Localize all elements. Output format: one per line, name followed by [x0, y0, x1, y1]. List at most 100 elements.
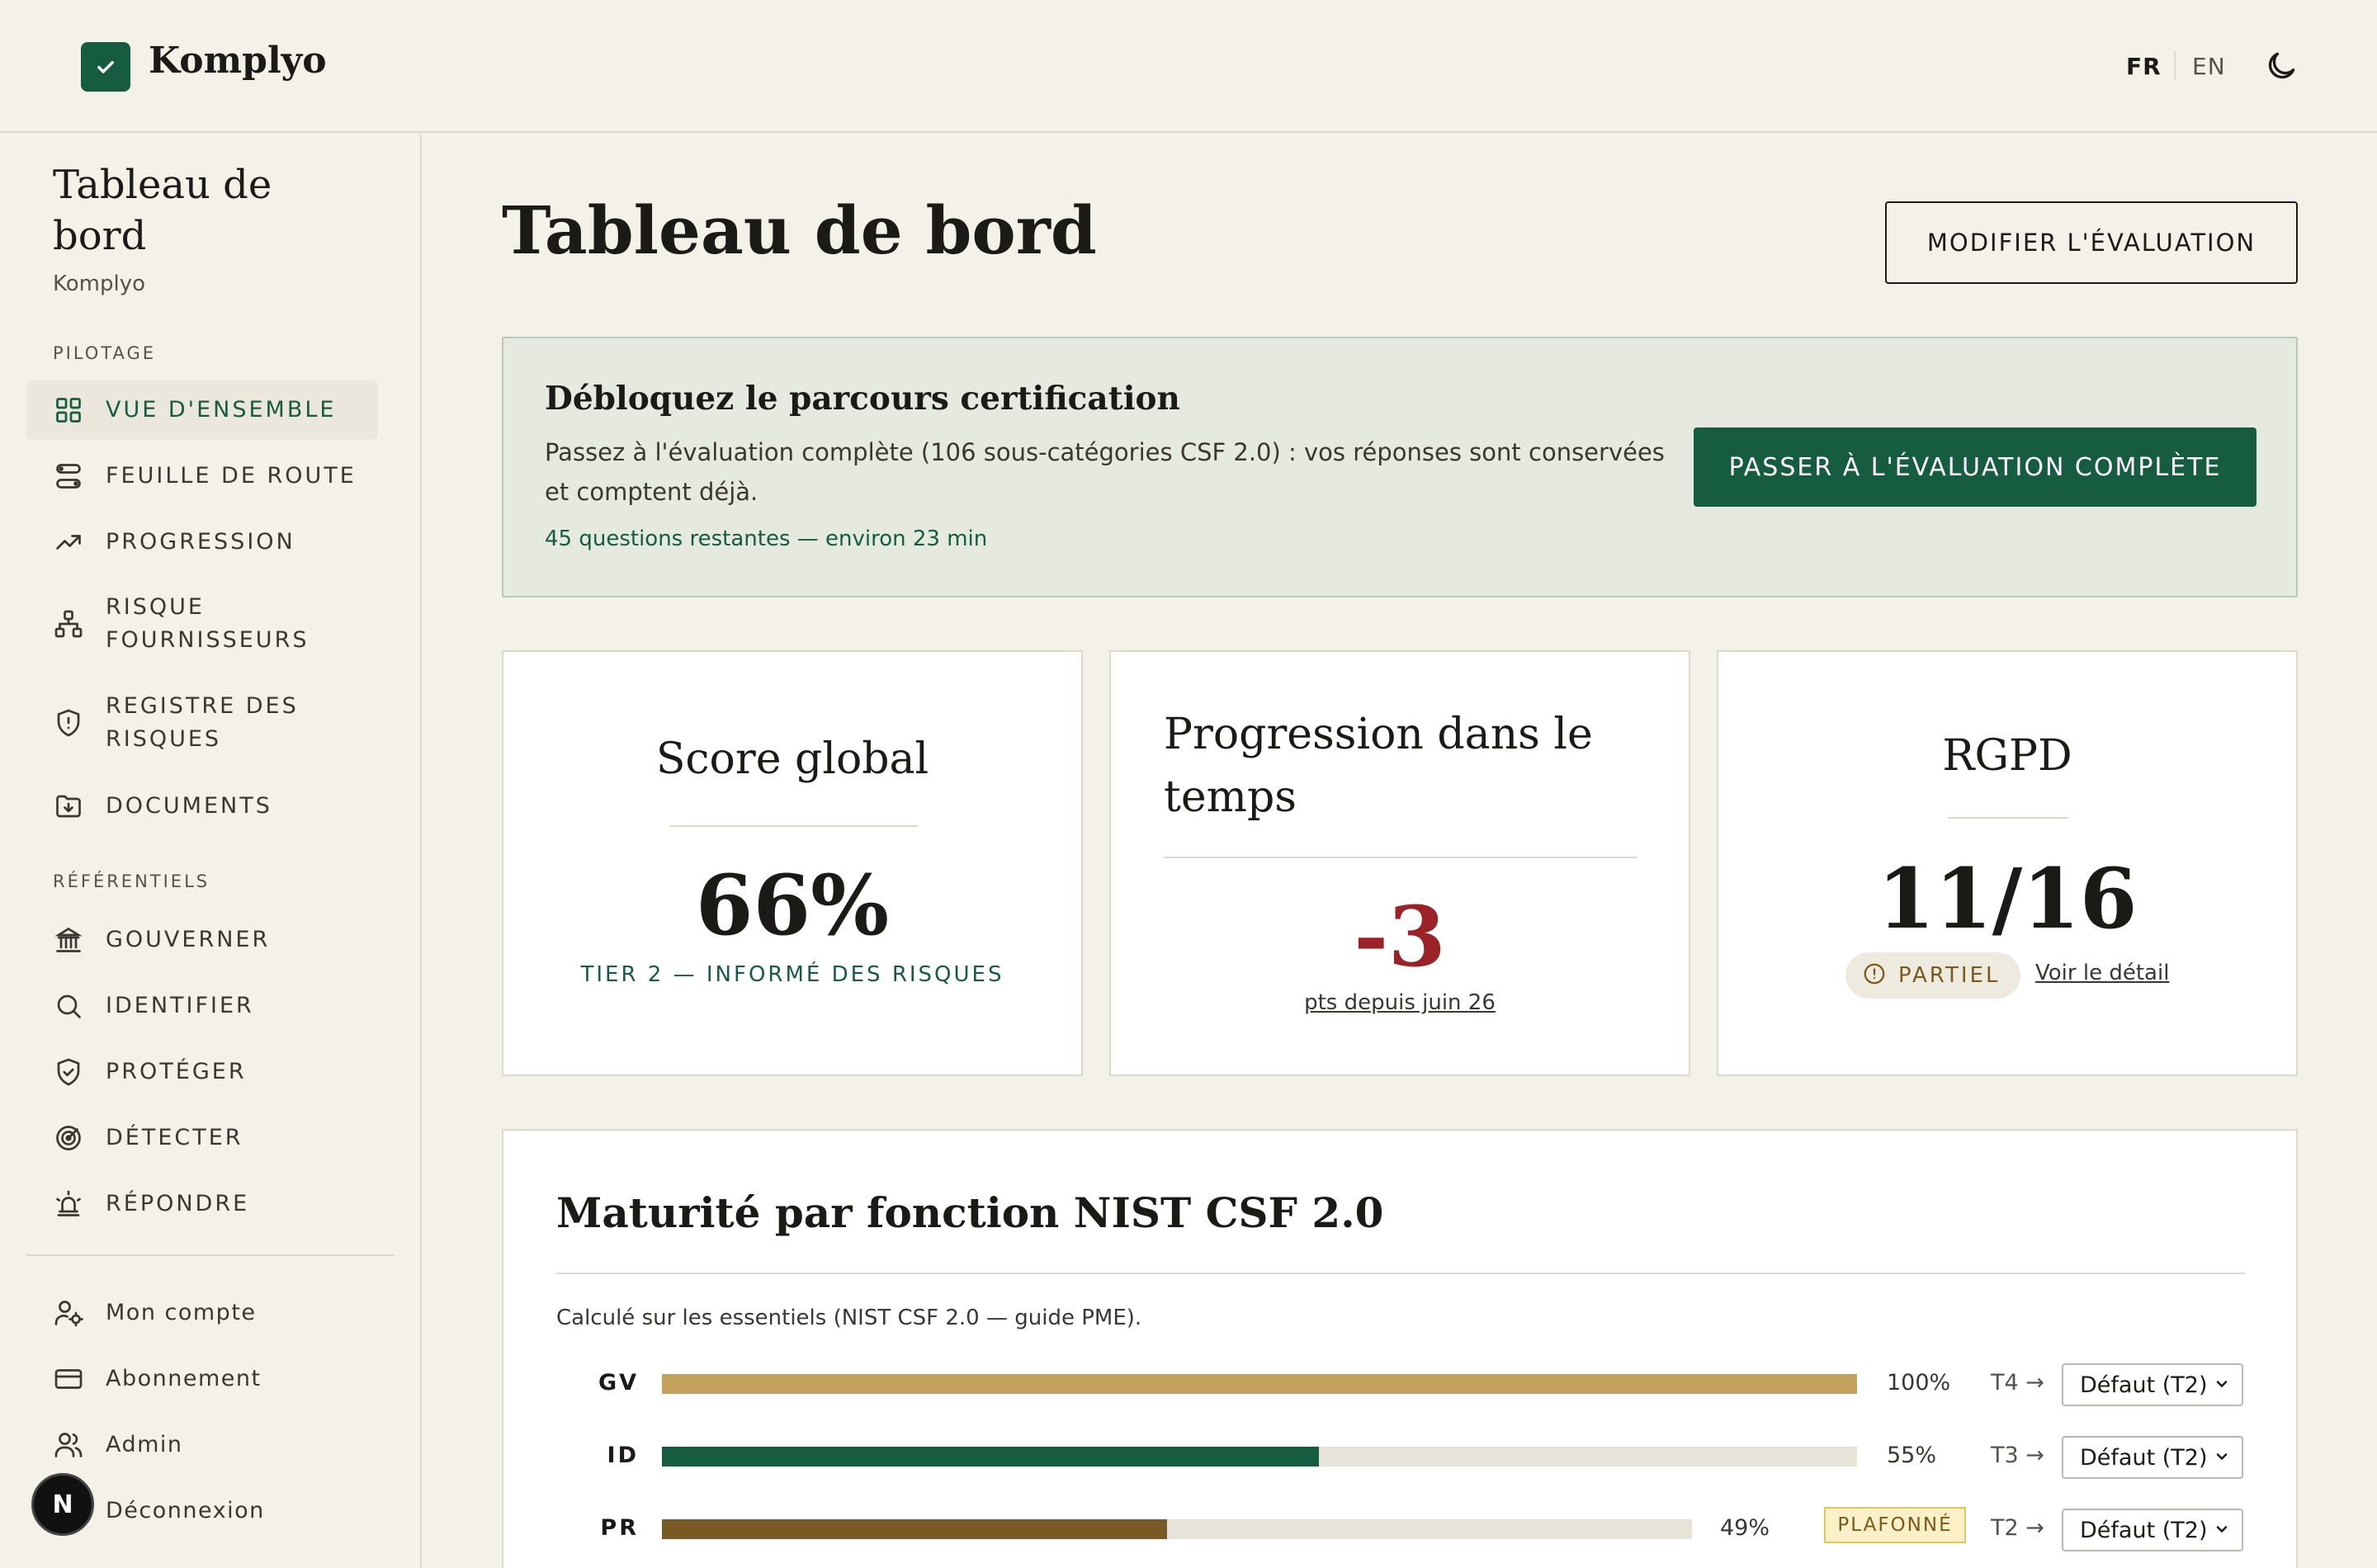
maturity-row-id: ID 55% T3 → Défaut (T2) [503, 1433, 2299, 1482]
progress-history-link[interactable]: pts depuis juin 26 [1111, 990, 1689, 1015]
sidebar-item-label: Mon compte [106, 1300, 257, 1325]
progress-track [662, 1447, 1857, 1466]
sidebar-item-label: VUE D'ENSEMBLE [106, 397, 337, 423]
percent-value: 55% [1887, 1443, 1937, 1468]
maturity-rule [556, 1273, 2245, 1274]
sidebar-item-admin[interactable]: Admin [26, 1415, 378, 1475]
floating-action-button[interactable]: N [31, 1473, 94, 1536]
sidebar-item-label: Déconnexion [106, 1498, 265, 1523]
sidebar-item-label: Abonnement [106, 1366, 262, 1391]
sidebar-item-label: FEUILLE DE ROUTE [106, 463, 357, 489]
select-value: Défaut (T2) [2080, 1517, 2208, 1543]
percent-value: 49% [1720, 1515, 1770, 1541]
score-value: 66% [695, 857, 890, 954]
chevron-down-icon [2214, 1372, 2230, 1398]
tier-select[interactable]: Défaut (T2) [2062, 1363, 2243, 1406]
brand-name[interactable]: Komplyo [149, 40, 327, 82]
progress-card-title: Progression dans le temps [1164, 710, 1593, 822]
sidebar-item-documents[interactable]: DOCUMENTS [26, 777, 378, 836]
moon-icon[interactable] [2263, 48, 2299, 84]
select-value: Défaut (T2) [2080, 1444, 2208, 1471]
sidebar-item-label: DÉTECTER [106, 1125, 243, 1150]
card-rule [1948, 817, 2068, 819]
banner-text: Passez à l'évaluation complète (106 sous… [545, 438, 1665, 506]
rgpd-card: RGPD 11/16 PARTIEL Voir le détail [1717, 650, 2298, 1076]
lang-fr-button[interactable]: FR [2126, 53, 2162, 80]
shield-check-icon [53, 1056, 84, 1088]
sidebar-item-proteger[interactable]: PROTÉGER [26, 1042, 378, 1102]
banner-note: 45 questions restantes — environ 23 min [545, 527, 988, 551]
rgpd-card-title: RGPD [1942, 731, 2072, 781]
target-tier: T2 → [1991, 1515, 2044, 1541]
score-card: Score global 66% TIER 2 — INFORMÉ DES RI… [502, 650, 1083, 1076]
sidebar-item-label: IDENTIFIER [106, 993, 254, 1018]
lang-divider [2174, 51, 2176, 79]
alert-circle-icon [1862, 961, 1887, 989]
sidebar-subtitle: Komplyo [53, 272, 146, 296]
users-icon [53, 1429, 84, 1461]
sidebar-item-identifier[interactable]: IDENTIFIER [26, 976, 378, 1036]
sidebar-item-label: PROTÉGER [106, 1059, 247, 1084]
progress-value: -3 [1354, 888, 1446, 985]
shield-alert-icon [53, 707, 84, 739]
percent-value: 100% [1887, 1370, 1951, 1396]
sidebar-item-feuille-de-route[interactable]: FEUILLE DE ROUTE [26, 446, 378, 506]
progress-fill [662, 1519, 1167, 1539]
sidebar-title: Tableau de bord [53, 162, 272, 259]
trending-up-icon [53, 527, 84, 558]
progress-fill [662, 1447, 1320, 1466]
edit-evaluation-button[interactable]: MODIFIER L'ÉVALUATION [1885, 201, 2298, 284]
page-title: Tableau de bord [502, 191, 1097, 269]
maturity-row-gv: GV 100% T4 → Défaut (T2) [503, 1360, 2299, 1410]
sidebar-item-progression[interactable]: PROGRESSION [26, 512, 378, 572]
card-rule [1164, 857, 1637, 858]
sidebar-item-mon-compte[interactable]: Mon compte [26, 1283, 378, 1343]
certification-banner: Débloquez le parcours certification Pass… [502, 337, 2298, 597]
status-badge: PARTIEL [1845, 952, 2020, 999]
sidebar-item-detecter[interactable]: DÉTECTER [26, 1108, 378, 1168]
full-evaluation-button[interactable]: PASSER À L'ÉVALUATION COMPLÈTE [1694, 427, 2256, 507]
target-tier: T3 → [1991, 1443, 2044, 1468]
sidebar-item-abonnement[interactable]: Abonnement [26, 1349, 378, 1409]
tier-label: TIER 2 — INFORMÉ DES RISQUES [580, 962, 1004, 987]
rgpd-detail-link[interactable]: Voir le détail [2035, 961, 2169, 985]
logo-check-icon [81, 42, 130, 92]
maturity-description: Calculé sur les essentiels (NIST CSF 2.0… [556, 1306, 1142, 1330]
maturity-row-pr: PR 49% PLAFONNÉ T2 → Défaut (T2) [503, 1505, 2299, 1555]
credit-card-icon [53, 1363, 84, 1395]
network-icon [53, 608, 84, 640]
tier-select[interactable]: Défaut (T2) [2062, 1436, 2243, 1479]
radar-icon [53, 1122, 84, 1154]
rgpd-value: 11/16 [1877, 850, 2138, 947]
sidebar-item-vue-ensemble[interactable]: VUE D'ENSEMBLE [26, 380, 378, 440]
card-rule [670, 825, 918, 827]
sidebar-item-gouverner[interactable]: GOUVERNER [26, 910, 378, 970]
sidebar-item-label: REGISTRE DES RISQUES [106, 693, 299, 752]
sidebar-item-risque-fournisseurs[interactable]: RISQUE FOURNISSEURS [26, 587, 378, 661]
maturity-panel: Maturité par fonction NIST CSF 2.0 Calcu… [502, 1129, 2298, 1568]
badge-label: PARTIEL [1898, 963, 2001, 988]
sidebar-item-label: RÉPONDRE [106, 1191, 250, 1216]
sidebar-item-label: GOUVERNER [106, 927, 271, 952]
grid-icon [53, 394, 84, 426]
select-value: Défaut (T2) [2080, 1372, 2208, 1398]
sidebar-item-registre-risques[interactable]: REGISTRE DES RISQUES [26, 686, 378, 760]
function-code: GV [598, 1370, 639, 1396]
sidebar-divider [26, 1254, 395, 1256]
banner-title: Débloquez le parcours certification [545, 380, 1180, 418]
folder-download-icon [53, 791, 84, 822]
tier-select[interactable]: Défaut (T2) [2062, 1509, 2243, 1551]
route-icon [53, 460, 84, 492]
sidebar-item-label: DOCUMENTS [106, 793, 272, 819]
maturity-title: Maturité par fonction NIST CSF 2.0 [556, 1188, 1384, 1237]
sidebar-item-label: PROGRESSION [106, 529, 295, 555]
siren-icon [53, 1188, 84, 1220]
section-referentiels: RÉFÉRENTIELS [53, 871, 210, 891]
sidebar-item-repondre[interactable]: RÉPONDRE [26, 1174, 378, 1234]
progress-card: Progression dans le temps -3 pts depuis … [1109, 650, 1690, 1076]
chevron-down-icon [2214, 1518, 2230, 1543]
score-card-title: Score global [655, 734, 929, 784]
top-bar: Komplyo FR EN [0, 0, 2377, 133]
lang-en-button[interactable]: EN [2192, 53, 2226, 80]
search-icon [53, 990, 84, 1022]
